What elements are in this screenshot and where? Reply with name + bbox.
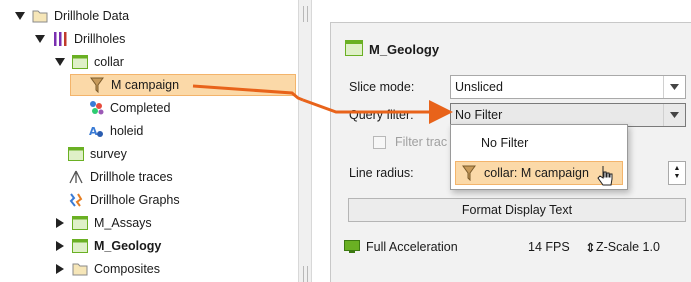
annotation-arrows <box>192 84 453 124</box>
arrow-line <box>192 84 304 102</box>
arrow-line <box>302 98 453 124</box>
